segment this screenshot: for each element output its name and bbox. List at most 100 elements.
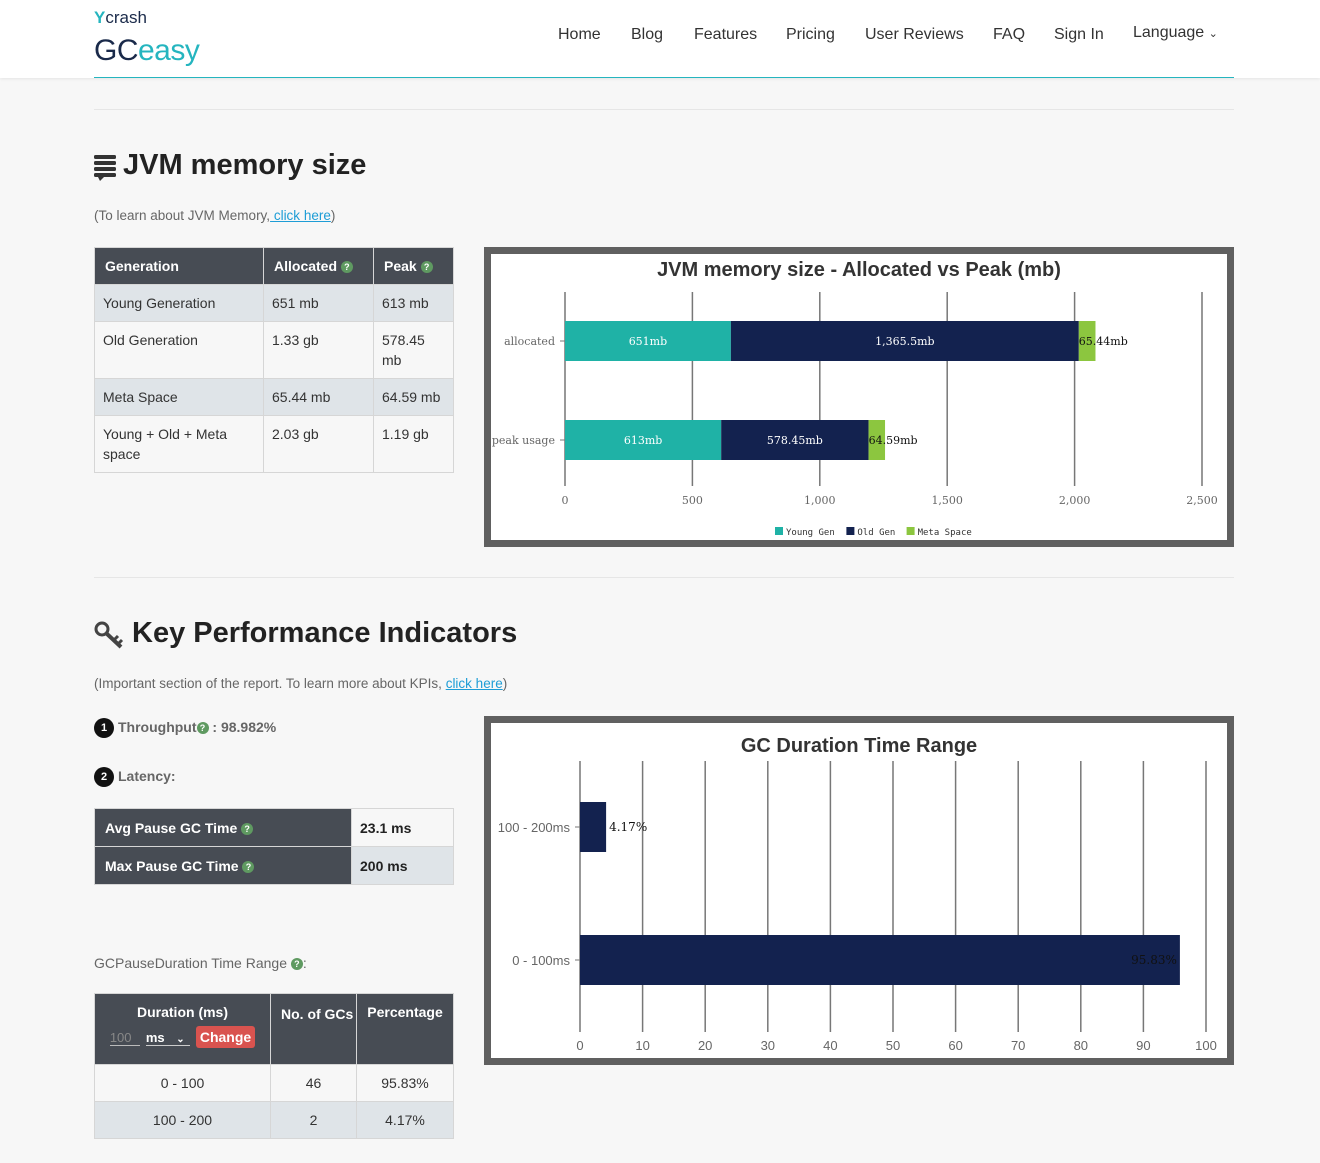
help-icon[interactable]: ?	[241, 822, 254, 835]
gc-duration-chart: GC Duration Time Range 0 10 20 30 40 50 60 70 80 9…	[484, 716, 1234, 1065]
duration-table: Duration (ms) 100 ms ⌄ Change No. of GCs P…	[94, 993, 454, 1139]
col-percentage: Percentage	[356, 993, 454, 1065]
x-tick-label: 2,500	[1186, 494, 1218, 507]
bar	[580, 935, 1180, 985]
chevron-down-icon: ⌄	[1208, 28, 1218, 40]
nav-user-reviews[interactable]: User Reviews	[865, 26, 964, 44]
memory-chart-svg: JVM memory size - Allocated vs Peak (mb)…	[492, 259, 1218, 538]
ycrash-logo[interactable]: Ycrash	[94, 8, 147, 28]
data-label: 651mb	[629, 335, 667, 348]
gceasy-logo[interactable]: GCeasy	[94, 34, 200, 68]
site-header: Ycrash GCeasy Home Blog Features Pricing…	[0, 0, 1320, 78]
nav-faq[interactable]: FAQ	[993, 26, 1025, 44]
data-label: 65.44mb	[1079, 335, 1128, 348]
legend-swatch	[846, 527, 855, 535]
col-duration: Duration (ms) 100 ms ⌄ Change	[94, 993, 271, 1065]
kpi-section-title: Key Performance Indicators	[132, 617, 518, 649]
x-tick-label: 90	[1136, 1038, 1150, 1053]
table-cell: 1.33 gb	[263, 321, 374, 379]
table-cell: 100 - 200	[94, 1101, 271, 1139]
nav-language[interactable]: Language ⌄	[1133, 24, 1218, 42]
x-tick-label: 0	[576, 1038, 583, 1053]
x-tick-label: 10	[635, 1038, 649, 1053]
table-cell: 2.03 gb	[263, 415, 374, 473]
y-tick-label: 0 - 100ms	[512, 953, 570, 968]
table-cell: 95.83%	[356, 1064, 454, 1102]
y-tick-label: peak usage	[492, 434, 555, 447]
x-tick-label: 0	[562, 494, 569, 507]
x-tick-label: 30	[761, 1038, 775, 1053]
table-cell: Young Generation	[94, 284, 264, 322]
table-cell: 2	[270, 1101, 357, 1139]
nav-pricing[interactable]: Pricing	[786, 26, 835, 44]
chart-title: GC Duration Time Range	[741, 735, 977, 757]
duration-input[interactable]: 100	[109, 1030, 140, 1046]
nav-home[interactable]: Home	[558, 26, 601, 44]
table-cell: 0 - 100	[94, 1064, 271, 1102]
table-row: Young Generation 651 mb 613 mb	[94, 284, 454, 322]
number-badge: 1	[94, 718, 114, 738]
avg-pause-label: Avg Pause GC Time ?	[94, 808, 352, 847]
unit-select[interactable]: ms ⌄	[145, 1030, 190, 1046]
col-peak: Peak ?	[373, 247, 454, 285]
table-cell: 46	[270, 1064, 357, 1102]
data-label: 95.83%	[1131, 953, 1177, 967]
gc-duration-chart-svg: GC Duration Time Range 0 10 20 30 40 50 60 70 80 9…	[498, 735, 1217, 1053]
memory-learn-link[interactable]: click here	[270, 208, 331, 223]
table-cell: 64.59 mb	[373, 378, 454, 416]
data-label: 578.45mb	[767, 434, 823, 447]
legend-label: Young Gen	[786, 528, 835, 538]
nav-blog[interactable]: Blog	[631, 26, 663, 44]
x-tick-label: 70	[1011, 1038, 1025, 1053]
data-label: 4.17%	[609, 820, 647, 834]
table-cell: Meta Space	[94, 378, 264, 416]
col-generation: Generation	[94, 247, 264, 285]
x-tick-label: 80	[1074, 1038, 1088, 1053]
latency-line: 2 Latency:	[94, 767, 176, 787]
table-row: 100 - 200 2 4.17%	[94, 1101, 454, 1139]
throughput-value: : 98.982%	[208, 719, 277, 735]
x-tick-label: 50	[886, 1038, 900, 1053]
x-tick-label: 100	[1195, 1038, 1217, 1053]
x-tick-label: 60	[948, 1038, 962, 1053]
help-icon[interactable]: ?	[420, 261, 433, 273]
y-tick-label: allocated	[504, 335, 555, 348]
memory-section-title: JVM memory size	[123, 149, 367, 181]
data-label: 1,365.5mb	[875, 335, 934, 348]
col-gcs: No. of GCs	[270, 993, 357, 1065]
kpi-note: (Important section of the report. To lea…	[94, 676, 508, 691]
divider	[94, 109, 1234, 110]
help-icon[interactable]: ?	[340, 261, 353, 273]
legend-swatch	[775, 527, 783, 535]
max-pause-label: Max Pause GC Time ?	[94, 846, 352, 885]
throughput-label: Throughput	[118, 719, 197, 735]
table-row: 0 - 100 46 95.83%	[94, 1064, 454, 1102]
nav-sign-in[interactable]: Sign In	[1054, 26, 1104, 44]
change-button[interactable]: Change	[195, 1026, 256, 1048]
table-cell: 1.19 gb	[373, 415, 454, 473]
max-pause-value: 200 ms	[351, 846, 454, 885]
throughput-line: 1 Throughput? : 98.982%	[94, 718, 276, 738]
avg-pause-value: 23.1 ms	[351, 808, 454, 847]
range-label: GCPauseDuration Time Range ?:	[94, 955, 307, 971]
table-row: Max Pause GC Time ? 200 ms	[94, 846, 454, 885]
memory-chart: JVM memory size - Allocated vs Peak (mb)…	[484, 247, 1234, 547]
table-cell: Old Generation	[94, 321, 264, 379]
table-row: Old Generation 1.33 gb 578.45 mb	[94, 321, 454, 379]
help-icon[interactable]: ?	[196, 722, 209, 734]
legend-swatch	[906, 527, 915, 535]
table-row: Young + Old + Meta space 2.03 gb 1.19 gb	[94, 415, 454, 473]
help-icon[interactable]: ?	[290, 958, 303, 970]
table-cell: 651 mb	[263, 284, 374, 322]
kpi-learn-link[interactable]: click here	[446, 676, 503, 691]
table-cell: 613 mb	[373, 284, 454, 322]
table-cell: 65.44 mb	[263, 378, 374, 416]
table-cell: Young + Old + Meta space	[94, 415, 264, 473]
key-icon	[94, 621, 124, 649]
divider	[94, 577, 1234, 578]
chart-title: JVM memory size - Allocated vs Peak (mb)	[657, 259, 1061, 281]
help-icon[interactable]: ?	[242, 860, 255, 873]
nav-features[interactable]: Features	[694, 26, 757, 44]
col-allocated: Allocated ?	[263, 247, 374, 285]
x-tick-label: 2,000	[1059, 494, 1091, 507]
